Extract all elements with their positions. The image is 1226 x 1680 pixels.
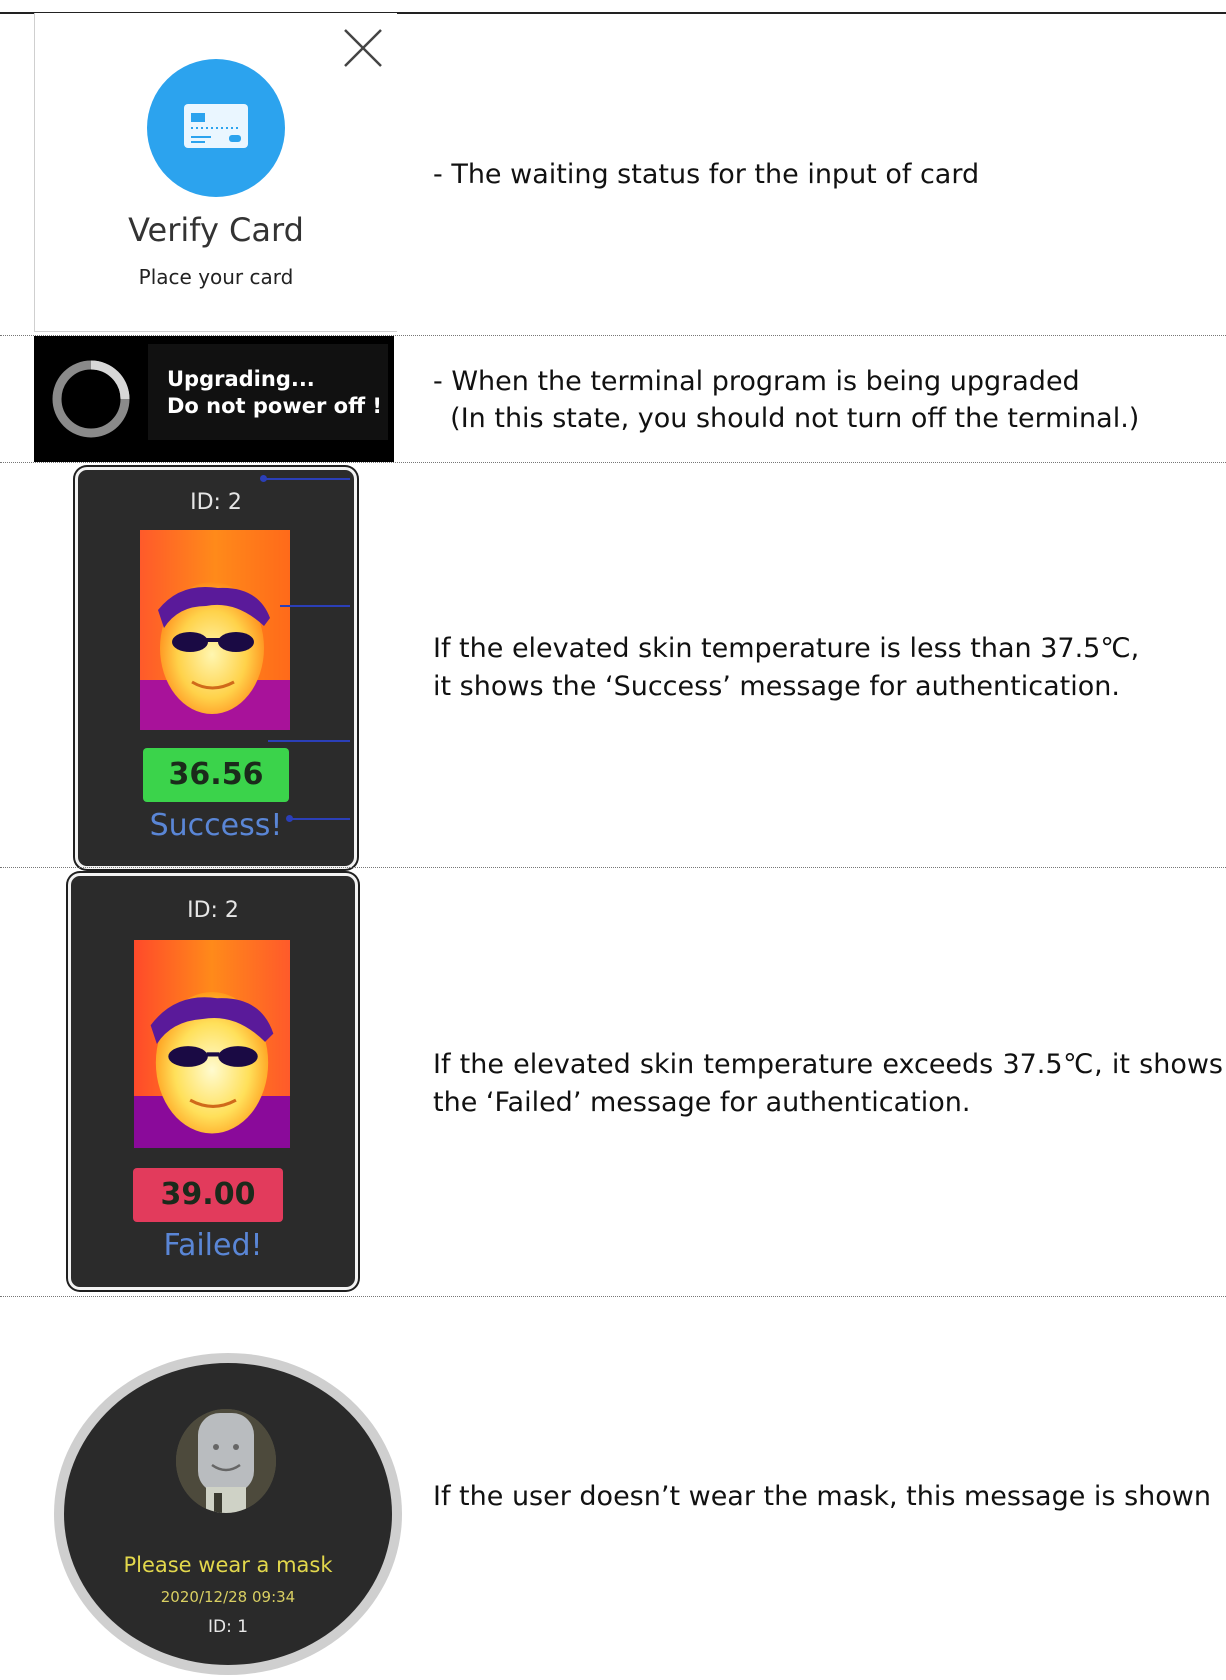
failed-id: ID: 2 xyxy=(187,898,239,923)
verify-card-subtitle: Place your card xyxy=(138,265,294,289)
upgrading-text: Upgrading... Do not power off ! xyxy=(167,366,382,420)
success-id: ID: 2 xyxy=(190,490,242,515)
mask-description: If the user doesn’t wear the mask, this … xyxy=(433,1481,1211,1512)
failed-description: If the elevated skin temperature exceeds… xyxy=(433,1049,1223,1118)
card-circle xyxy=(147,59,285,197)
success-description: If the elevated skin temperature is less… xyxy=(433,633,1140,702)
upgrading-description: - When the terminal program is being upg… xyxy=(433,363,1139,437)
annotation-dot-4 xyxy=(286,815,293,822)
thermal-face-image xyxy=(140,530,290,730)
verify-card-panel: Verify Card Place your card xyxy=(34,13,397,332)
mask-panel-inner: Please wear a mask 2020/12/28 09:34 ID: … xyxy=(64,1363,392,1665)
upgrading-panel: Upgrading... Do not power off ! xyxy=(34,336,394,462)
spinner-icon xyxy=(52,360,130,438)
success-panel: ID: 2 36.56 Success! xyxy=(75,467,357,869)
annotation-line-3 xyxy=(268,740,350,742)
failed-temperature-badge: 39.00 xyxy=(133,1168,283,1222)
upgrading-description-line1: - When the terminal program is being upg… xyxy=(433,366,1080,397)
separator-3 xyxy=(0,867,1226,868)
annotation-line-2 xyxy=(280,605,350,607)
thermal-face-image xyxy=(134,940,290,1148)
verify-card-description: - The waiting status for the input of ca… xyxy=(433,159,980,190)
mask-message: Please wear a mask xyxy=(123,1553,333,1577)
success-temperature-badge: 36.56 xyxy=(143,748,289,802)
annotation-line-4 xyxy=(290,818,350,820)
success-status: Success! xyxy=(149,808,283,843)
upgrading-description-line2: (In this state, you should not turn off … xyxy=(433,403,1140,434)
verify-card-title: Verify Card xyxy=(128,211,304,249)
separator-4 xyxy=(0,1296,1226,1297)
mask-id: ID: 1 xyxy=(207,1617,249,1637)
failed-panel: ID: 2 39.00 Failed! xyxy=(68,873,358,1290)
separator-2 xyxy=(0,462,1226,463)
upgrading-line2: Do not power off ! xyxy=(167,394,382,418)
close-icon[interactable] xyxy=(341,26,385,70)
card-icon xyxy=(184,104,248,148)
annotation-dot-1 xyxy=(260,475,267,482)
mask-datetime: 2020/12/28 09:34 xyxy=(160,1588,296,1606)
failed-status: Failed! xyxy=(163,1228,263,1263)
avatar-icon xyxy=(176,1409,276,1513)
mask-panel: Please wear a mask 2020/12/28 09:34 ID: … xyxy=(54,1353,402,1675)
avatar xyxy=(176,1409,276,1513)
annotation-line-1 xyxy=(262,478,350,480)
upgrading-line1: Upgrading... xyxy=(167,367,315,391)
